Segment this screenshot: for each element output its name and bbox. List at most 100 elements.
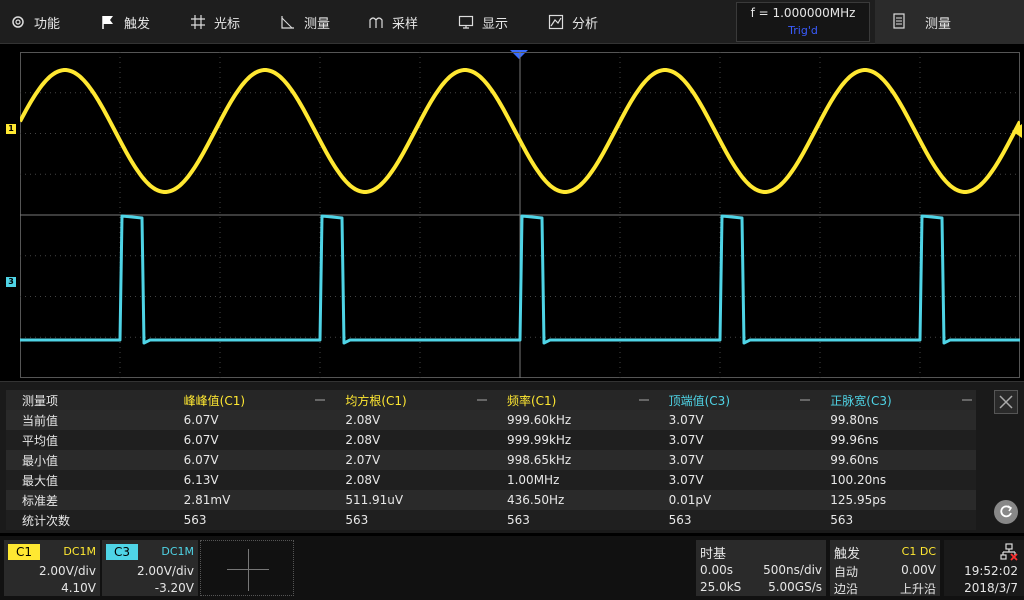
measurement-cell: 563 (490, 510, 653, 530)
channel-1-tag: C1 (8, 544, 40, 560)
measurement-header-cell: 测量项 (6, 390, 168, 410)
measurement-cell: 3.07V (652, 410, 815, 430)
channel-3-marker[interactable]: 3 (6, 277, 16, 287)
measurement-header-cell[interactable]: 均方根(C1) (329, 390, 491, 410)
trigger-mode: 自动 (834, 565, 859, 579)
top-menu-bar: 功能 触发 光标 测量 采样 显示 分析 f = 1.000000MHz Tri… (0, 0, 1024, 44)
trigger-source: C1 DC (901, 545, 936, 558)
measurement-cell: 563 (652, 510, 815, 530)
menu-label: 采样 (392, 16, 419, 32)
menu-label: 触发 (124, 16, 151, 32)
waveform-display[interactable] (20, 52, 1020, 378)
measurement-cell: 2.08V (329, 430, 491, 450)
close-icon (999, 395, 1013, 409)
measurement-cell: 3.07V (652, 470, 815, 490)
timebase-title: 时基 (700, 547, 727, 562)
menu-acquire[interactable]: 采样 (368, 0, 418, 44)
measurement-cell: 2.07V (329, 450, 491, 470)
clock-date: 2018/3/7 (964, 581, 1018, 595)
waveform-canvas (20, 52, 1020, 378)
measurement-row: 最大值 6.13V 2.08V 1.00MHz 3.07V 100.20ns (6, 470, 976, 490)
channel-3-coupling: DC1M (161, 545, 194, 558)
measurement-cell: 563 (329, 510, 491, 530)
flag-icon (100, 14, 116, 30)
measurement-row: 最小值 6.07V 2.07V 998.65kHz 3.07V 99.60ns (6, 450, 976, 470)
measurement-header-cell[interactable]: 峰峰值(C1) (167, 390, 330, 410)
add-channel-slot[interactable] (200, 540, 294, 596)
measurement-cell: 平均值 (6, 430, 168, 450)
measurement-cell: 436.50Hz (490, 490, 653, 510)
measurement-panel: 测量项 峰峰值(C1) 均方根(C1) 频率(C1) 顶端值(C3) 正脉宽(C3) 当前值… (0, 381, 1024, 533)
trigger-level-marker[interactable] (1012, 124, 1022, 138)
measurement-header-cell[interactable]: 顶端值(C3) (652, 390, 815, 410)
measurement-cell: 标准差 (6, 490, 168, 510)
trigger-title: 触发 (834, 547, 861, 562)
timebase-delay: 0.00s (700, 563, 733, 577)
measurement-cell: 2.08V (329, 410, 491, 430)
trigger-status: Trig'd (788, 24, 818, 37)
measurement-header-cell[interactable]: 正脉宽(C3) (814, 390, 976, 410)
measurement-row: 标准差 2.81mV 511.91uV 436.50Hz 0.01pV 125.95ps (6, 490, 976, 510)
measurement-cell: 999.99kHz (490, 430, 653, 450)
menu-measure[interactable]: 测量 (280, 0, 330, 44)
channel-3-tag: C3 (106, 544, 138, 560)
gear-icon (10, 14, 26, 30)
measurement-cell: 0.01pV (652, 490, 815, 510)
column-menu-icon[interactable] (315, 399, 326, 401)
timebase-settings[interactable]: 时基 0.00s 500ns/div 25.0kS 5.00GS/s (696, 540, 826, 596)
measurement-cell: 999.60kHz (490, 410, 653, 430)
menu-label: 显示 (482, 16, 509, 32)
measurement-cell: 2.08V (329, 470, 491, 490)
trigger-type: 边沿 (834, 582, 859, 596)
timebase-memory: 25.0kS (700, 580, 742, 594)
measurement-cell: 100.20ns (814, 470, 976, 490)
network-disconnected-icon[interactable] (1000, 543, 1018, 561)
channel-3-vdiv: 2.00V/div (136, 564, 194, 578)
clock-time: 19:52:02 (964, 564, 1018, 578)
measurement-cell: 125.95ps (814, 490, 976, 510)
menu-display[interactable]: 显示 (458, 0, 508, 44)
measurement-cell: 99.80ns (814, 410, 976, 430)
menu-label: 光标 (214, 16, 241, 32)
measure-button[interactable]: 测量 (875, 0, 1024, 44)
menu-analysis[interactable]: 分析 (548, 0, 598, 44)
measurement-cell: 6.07V (167, 450, 330, 470)
column-menu-icon[interactable] (638, 399, 649, 401)
trigger-slope: 上升沿 (899, 582, 936, 596)
measurement-header-cell[interactable]: 频率(C1) (490, 390, 653, 410)
menu-trigger[interactable]: 触发 (100, 0, 150, 44)
measurement-row: 平均值 6.07V 2.08V 999.99kHz 3.07V 99.96ns (6, 430, 976, 450)
measurement-row: 统计次数 563 563 563 563 563 (6, 510, 976, 530)
menu-label: 分析 (572, 16, 599, 32)
measurement-cell: 1.00MHz (490, 470, 653, 490)
measurement-cell: 当前值 (6, 410, 168, 430)
column-menu-icon[interactable] (476, 399, 487, 401)
menu-label: 测量 (304, 16, 331, 32)
reset-statistics-button[interactable] (994, 500, 1018, 524)
channel-1-vdiv: 2.00V/div (38, 564, 96, 578)
measurement-cell: 6.13V (167, 470, 330, 490)
sampling-icon (368, 14, 384, 30)
measurement-cell: 511.91uV (329, 490, 491, 510)
menu-label: 功能 (34, 16, 61, 32)
menu-function[interactable]: 功能 (10, 0, 60, 44)
channel-3-settings[interactable]: C3 DC1M 2.00V/div -3.20V (102, 540, 198, 596)
close-measurement-button[interactable] (994, 390, 1018, 414)
trigger-settings[interactable]: 触发 C1 DC 自动 0.00V 边沿 上升沿 (830, 540, 940, 596)
measurement-cell: 统计次数 (6, 510, 168, 530)
menu-cursor[interactable]: 光标 (190, 0, 240, 44)
measurement-cell: 3.07V (652, 450, 815, 470)
channel-1-settings[interactable]: C1 DC1M 2.00V/div 4.10V (4, 540, 100, 596)
measurement-cell: 998.65kHz (490, 450, 653, 470)
ruler-icon (280, 14, 296, 30)
measurement-header-row: 测量项 峰峰值(C1) 均方根(C1) 频率(C1) 顶端值(C3) 正脉宽(C3) (6, 390, 976, 410)
channel-1-offset: 4.10V (61, 581, 96, 595)
measurement-cell: 3.07V (652, 430, 815, 450)
measurement-cell: 最小值 (6, 450, 168, 470)
bottom-status-bar: C1 DC1M 2.00V/div 4.10V C3 DC1M 2.00V/di… (0, 536, 1024, 600)
measurement-cell: 6.07V (167, 430, 330, 450)
column-menu-icon[interactable] (962, 399, 972, 401)
column-menu-icon[interactable] (800, 399, 811, 401)
channel-1-marker[interactable]: 1 (6, 124, 16, 134)
channel-3-offset: -3.20V (154, 581, 194, 595)
